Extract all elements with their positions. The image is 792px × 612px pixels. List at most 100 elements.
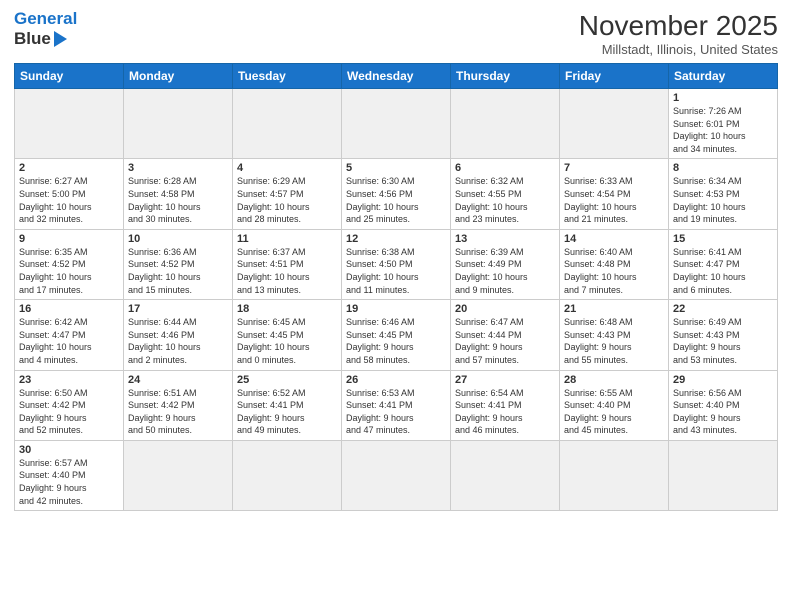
calendar-cell: 4Sunrise: 6:29 AM Sunset: 4:57 PM Daylig…	[233, 159, 342, 229]
day-number: 10	[128, 233, 228, 245]
logo-triangle-icon	[54, 31, 67, 47]
day-info: Sunrise: 6:52 AM Sunset: 4:41 PM Dayligh…	[237, 387, 337, 437]
calendar-cell	[233, 440, 342, 510]
day-of-week-header: Tuesday	[233, 64, 342, 89]
calendar-week-row: 9Sunrise: 6:35 AM Sunset: 4:52 PM Daylig…	[15, 229, 778, 299]
day-info: Sunrise: 6:38 AM Sunset: 4:50 PM Dayligh…	[346, 246, 446, 296]
day-info: Sunrise: 6:27 AM Sunset: 5:00 PM Dayligh…	[19, 175, 119, 225]
day-info: Sunrise: 6:57 AM Sunset: 4:40 PM Dayligh…	[19, 457, 119, 507]
calendar-cell: 3Sunrise: 6:28 AM Sunset: 4:58 PM Daylig…	[124, 159, 233, 229]
calendar-cell	[233, 89, 342, 159]
calendar-cell	[669, 440, 778, 510]
calendar-cell: 7Sunrise: 6:33 AM Sunset: 4:54 PM Daylig…	[560, 159, 669, 229]
day-info: Sunrise: 6:45 AM Sunset: 4:45 PM Dayligh…	[237, 316, 337, 366]
calendar-cell: 28Sunrise: 6:55 AM Sunset: 4:40 PM Dayli…	[560, 370, 669, 440]
day-number: 20	[455, 303, 555, 315]
day-of-week-header: Monday	[124, 64, 233, 89]
day-info: Sunrise: 6:49 AM Sunset: 4:43 PM Dayligh…	[673, 316, 773, 366]
day-of-week-header: Friday	[560, 64, 669, 89]
calendar-week-row: 2Sunrise: 6:27 AM Sunset: 5:00 PM Daylig…	[15, 159, 778, 229]
calendar-cell: 25Sunrise: 6:52 AM Sunset: 4:41 PM Dayli…	[233, 370, 342, 440]
day-number: 12	[346, 233, 446, 245]
calendar-cell: 11Sunrise: 6:37 AM Sunset: 4:51 PM Dayli…	[233, 229, 342, 299]
day-number: 23	[19, 374, 119, 386]
calendar-cell	[124, 89, 233, 159]
calendar-cell: 29Sunrise: 6:56 AM Sunset: 4:40 PM Dayli…	[669, 370, 778, 440]
day-info: Sunrise: 7:26 AM Sunset: 6:01 PM Dayligh…	[673, 105, 773, 155]
day-info: Sunrise: 6:42 AM Sunset: 4:47 PM Dayligh…	[19, 316, 119, 366]
day-info: Sunrise: 6:46 AM Sunset: 4:45 PM Dayligh…	[346, 316, 446, 366]
calendar-cell: 14Sunrise: 6:40 AM Sunset: 4:48 PM Dayli…	[560, 229, 669, 299]
calendar-cell: 26Sunrise: 6:53 AM Sunset: 4:41 PM Dayli…	[342, 370, 451, 440]
calendar-cell: 12Sunrise: 6:38 AM Sunset: 4:50 PM Dayli…	[342, 229, 451, 299]
calendar-cell	[451, 440, 560, 510]
day-info: Sunrise: 6:37 AM Sunset: 4:51 PM Dayligh…	[237, 246, 337, 296]
calendar-cell: 17Sunrise: 6:44 AM Sunset: 4:46 PM Dayli…	[124, 300, 233, 370]
calendar-cell: 8Sunrise: 6:34 AM Sunset: 4:53 PM Daylig…	[669, 159, 778, 229]
day-info: Sunrise: 6:54 AM Sunset: 4:41 PM Dayligh…	[455, 387, 555, 437]
day-info: Sunrise: 6:30 AM Sunset: 4:56 PM Dayligh…	[346, 175, 446, 225]
day-number: 16	[19, 303, 119, 315]
calendar-cell: 13Sunrise: 6:39 AM Sunset: 4:49 PM Dayli…	[451, 229, 560, 299]
calendar-header-row: SundayMondayTuesdayWednesdayThursdayFrid…	[15, 64, 778, 89]
day-number: 6	[455, 162, 555, 174]
day-of-week-header: Saturday	[669, 64, 778, 89]
day-number: 13	[455, 233, 555, 245]
header: General Blue November 2025 Millstadt, Il…	[14, 10, 778, 57]
calendar-cell: 15Sunrise: 6:41 AM Sunset: 4:47 PM Dayli…	[669, 229, 778, 299]
calendar-cell: 19Sunrise: 6:46 AM Sunset: 4:45 PM Dayli…	[342, 300, 451, 370]
day-info: Sunrise: 6:29 AM Sunset: 4:57 PM Dayligh…	[237, 175, 337, 225]
calendar-cell: 30Sunrise: 6:57 AM Sunset: 4:40 PM Dayli…	[15, 440, 124, 510]
logo-bottom: Blue	[14, 29, 77, 49]
day-number: 24	[128, 374, 228, 386]
day-number: 28	[564, 374, 664, 386]
day-info: Sunrise: 6:51 AM Sunset: 4:42 PM Dayligh…	[128, 387, 228, 437]
calendar-cell: 18Sunrise: 6:45 AM Sunset: 4:45 PM Dayli…	[233, 300, 342, 370]
day-of-week-header: Thursday	[451, 64, 560, 89]
day-info: Sunrise: 6:32 AM Sunset: 4:55 PM Dayligh…	[455, 175, 555, 225]
calendar-cell: 2Sunrise: 6:27 AM Sunset: 5:00 PM Daylig…	[15, 159, 124, 229]
calendar-cell	[342, 440, 451, 510]
calendar-cell: 16Sunrise: 6:42 AM Sunset: 4:47 PM Dayli…	[15, 300, 124, 370]
calendar-cell: 22Sunrise: 6:49 AM Sunset: 4:43 PM Dayli…	[669, 300, 778, 370]
day-of-week-header: Sunday	[15, 64, 124, 89]
day-info: Sunrise: 6:50 AM Sunset: 4:42 PM Dayligh…	[19, 387, 119, 437]
day-info: Sunrise: 6:41 AM Sunset: 4:47 PM Dayligh…	[673, 246, 773, 296]
calendar-cell: 21Sunrise: 6:48 AM Sunset: 4:43 PM Dayli…	[560, 300, 669, 370]
calendar-cell: 1Sunrise: 7:26 AM Sunset: 6:01 PM Daylig…	[669, 89, 778, 159]
day-number: 1	[673, 92, 773, 104]
logo-general: General	[14, 9, 77, 28]
calendar-table: SundayMondayTuesdayWednesdayThursdayFrid…	[14, 63, 778, 511]
calendar-cell	[560, 440, 669, 510]
day-info: Sunrise: 6:36 AM Sunset: 4:52 PM Dayligh…	[128, 246, 228, 296]
page: General Blue November 2025 Millstadt, Il…	[0, 0, 792, 612]
day-info: Sunrise: 6:53 AM Sunset: 4:41 PM Dayligh…	[346, 387, 446, 437]
logo: General Blue	[14, 10, 77, 49]
calendar-cell: 27Sunrise: 6:54 AM Sunset: 4:41 PM Dayli…	[451, 370, 560, 440]
day-number: 5	[346, 162, 446, 174]
day-number: 29	[673, 374, 773, 386]
day-info: Sunrise: 6:44 AM Sunset: 4:46 PM Dayligh…	[128, 316, 228, 366]
day-number: 22	[673, 303, 773, 315]
calendar-cell: 10Sunrise: 6:36 AM Sunset: 4:52 PM Dayli…	[124, 229, 233, 299]
day-info: Sunrise: 6:34 AM Sunset: 4:53 PM Dayligh…	[673, 175, 773, 225]
logo-blue-text: Blue	[14, 29, 51, 49]
day-info: Sunrise: 6:40 AM Sunset: 4:48 PM Dayligh…	[564, 246, 664, 296]
day-number: 26	[346, 374, 446, 386]
day-number: 17	[128, 303, 228, 315]
day-number: 3	[128, 162, 228, 174]
calendar-week-row: 30Sunrise: 6:57 AM Sunset: 4:40 PM Dayli…	[15, 440, 778, 510]
day-number: 7	[564, 162, 664, 174]
day-number: 8	[673, 162, 773, 174]
calendar-cell: 9Sunrise: 6:35 AM Sunset: 4:52 PM Daylig…	[15, 229, 124, 299]
day-number: 2	[19, 162, 119, 174]
day-info: Sunrise: 6:55 AM Sunset: 4:40 PM Dayligh…	[564, 387, 664, 437]
calendar-week-row: 16Sunrise: 6:42 AM Sunset: 4:47 PM Dayli…	[15, 300, 778, 370]
day-info: Sunrise: 6:35 AM Sunset: 4:52 PM Dayligh…	[19, 246, 119, 296]
logo-text: General	[14, 10, 77, 29]
calendar-cell	[15, 89, 124, 159]
calendar-cell: 6Sunrise: 6:32 AM Sunset: 4:55 PM Daylig…	[451, 159, 560, 229]
day-of-week-header: Wednesday	[342, 64, 451, 89]
day-info: Sunrise: 6:39 AM Sunset: 4:49 PM Dayligh…	[455, 246, 555, 296]
day-number: 30	[19, 444, 119, 456]
